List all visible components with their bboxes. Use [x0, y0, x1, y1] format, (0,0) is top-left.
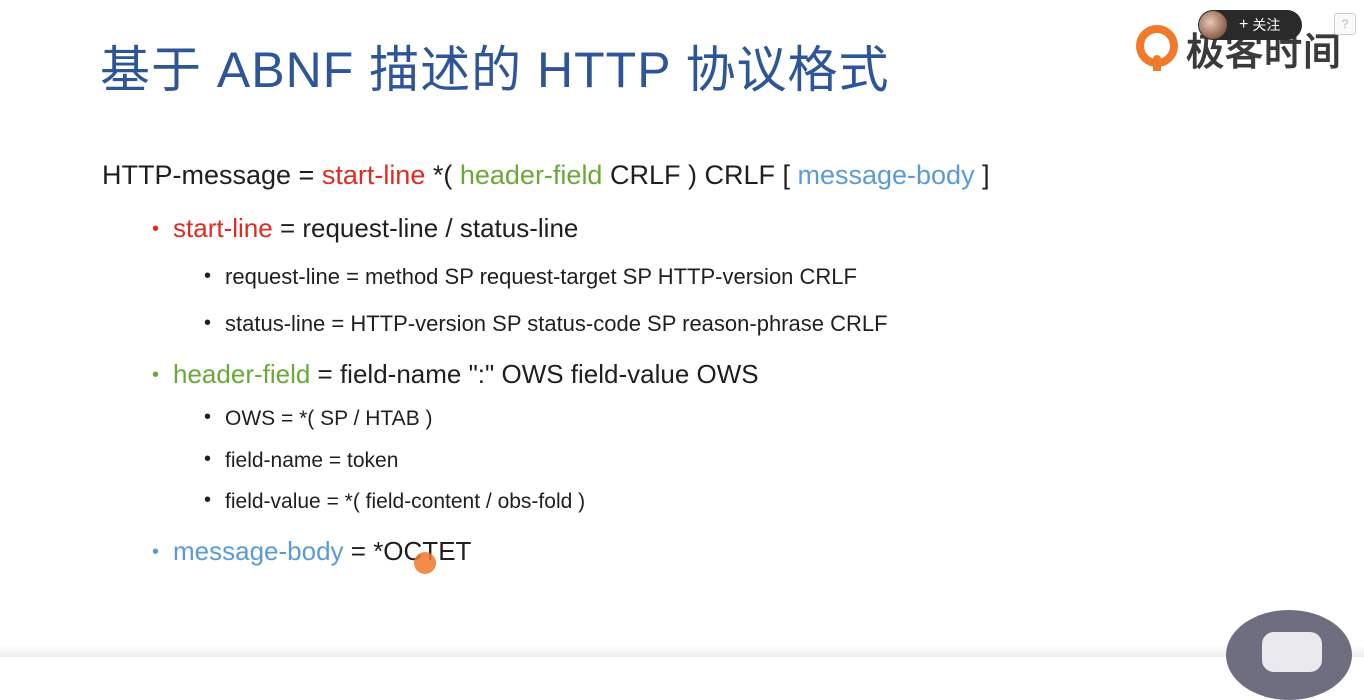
- follow-button[interactable]: + 关注: [1198, 10, 1302, 40]
- term-message-body: message-body: [173, 536, 344, 566]
- rule-header-field: • header-field = field-name ":" OWS field…: [152, 359, 759, 390]
- geektime-logo-icon: [1136, 25, 1178, 71]
- rule-text: = field-name ":" OWS field-value OWS: [310, 359, 759, 389]
- term-message-body: message-body: [797, 160, 975, 190]
- pointer-highlight: [414, 552, 436, 574]
- bullet-icon: •: [152, 541, 160, 563]
- bullet-icon: •: [204, 265, 212, 287]
- rule-ows: • OWS = *( SP / HTAB ): [204, 406, 433, 431]
- term-start-line: start-line: [173, 213, 273, 243]
- bullet-icon: •: [204, 406, 212, 428]
- rule-request-line: • request-line = method SP request-target…: [204, 264, 857, 290]
- rule-field-value: • field-value = *( field-content / obs-fo…: [204, 489, 586, 514]
- bullet-icon: •: [204, 312, 212, 334]
- rule-text: *(: [425, 160, 460, 190]
- rule-text: request-line = method SP request-target …: [225, 264, 857, 289]
- term-header-field: header-field: [459, 160, 603, 190]
- term-start-line: start-line: [321, 160, 426, 190]
- floating-video-control[interactable]: [1226, 610, 1352, 700]
- rule-status-line: • status-line = HTTP-version SP status-co…: [204, 311, 888, 337]
- rule-http-message: HTTP-message = start-line *( header-fiel…: [102, 160, 990, 191]
- slide: 基于 ABNF 描述的 HTTP 协议格式 HTTP-message = sta…: [0, 0, 1364, 657]
- rule-text: CRLF ) CRLF [: [602, 160, 798, 190]
- rule-field-name: • field-name = token: [204, 448, 399, 473]
- rule-text: = *OCTET: [343, 536, 472, 566]
- rule-text: status-line = HTTP-version SP status-cod…: [225, 311, 888, 336]
- bullet-icon: •: [152, 218, 160, 240]
- rule-text: ]: [974, 160, 990, 190]
- rule-text: field-name = token: [225, 449, 399, 472]
- bullet-icon: •: [152, 364, 160, 386]
- rule-text: = request-line / status-line: [272, 213, 579, 243]
- bottom-shadow: [0, 645, 1364, 657]
- rule-text: field-value = *( field-content / obs-fol…: [225, 490, 586, 513]
- rule-start-line: • start-line = request-line / status-line: [152, 213, 578, 244]
- term-header-field: header-field: [173, 359, 311, 389]
- avatar: [1199, 11, 1227, 39]
- video-icon: [1262, 632, 1322, 672]
- follow-label: 关注: [1252, 17, 1281, 33]
- bullet-icon: •: [204, 448, 212, 470]
- plus-icon: +: [1239, 16, 1249, 33]
- slide-title: 基于 ABNF 描述的 HTTP 协议格式: [100, 42, 890, 98]
- rule-text: OWS = *( SP / HTAB ): [225, 407, 433, 430]
- rule-text: HTTP-message =: [102, 160, 322, 190]
- help-icon[interactable]: ?: [1334, 13, 1356, 35]
- bullet-icon: •: [204, 489, 212, 511]
